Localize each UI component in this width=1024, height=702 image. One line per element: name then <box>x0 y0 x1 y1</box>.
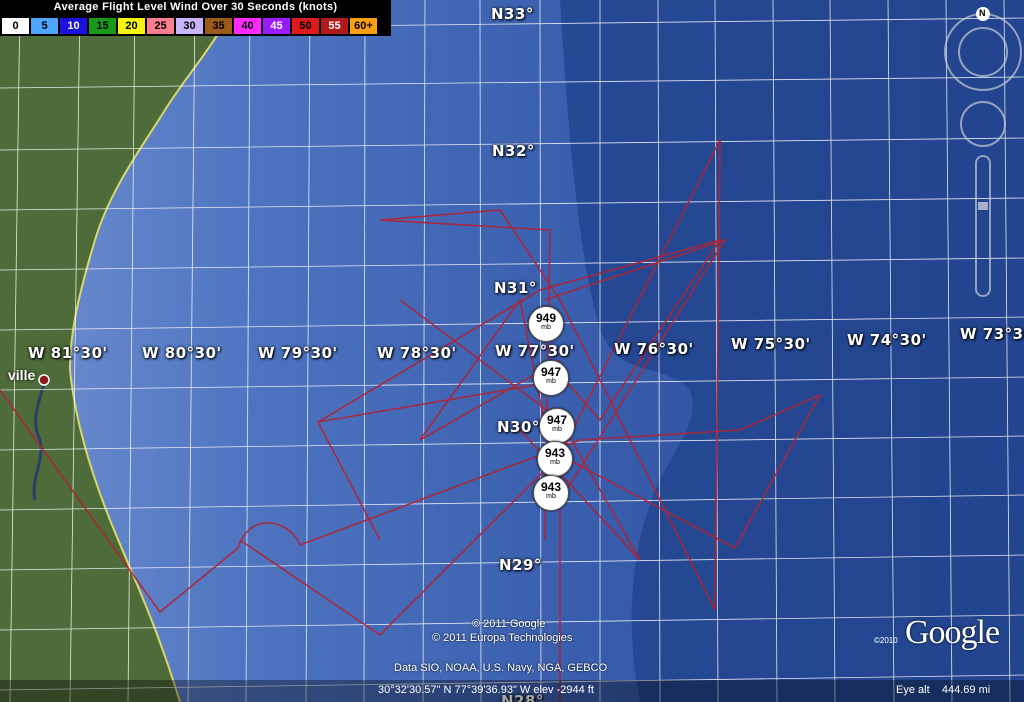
legend-cell: 20 <box>118 18 145 34</box>
lon-label: W 78°30' <box>377 344 457 362</box>
lon-label: W 80°30' <box>142 344 222 362</box>
legend-cell: 5 <box>31 18 58 34</box>
zoom-slider[interactable] <box>975 155 991 297</box>
navigation-controls: N <box>940 6 1024 306</box>
lat-label: N30° <box>497 418 540 436</box>
pressure-unit: mb <box>546 493 556 500</box>
north-icon[interactable]: N <box>979 8 986 18</box>
legend-cell: 45 <box>263 18 290 34</box>
pointer-coordinates: 30°32'30.57" N 77°39'36.93" W elev -2944… <box>378 684 594 696</box>
city-label: ville <box>8 367 36 383</box>
google-logo: Google <box>905 614 1000 651</box>
pressure-value: 943 <box>540 480 562 494</box>
copyright-google: © 2011 Google <box>472 618 546 630</box>
copyright-europa: © 2011 Europa Technologies <box>432 632 573 644</box>
pressure-unit: mb <box>550 459 560 466</box>
legend-scale: 0 5 10 15 20 25 30 35 40 45 50 55 60+ <box>2 18 379 34</box>
lon-label: W 76°30' <box>614 340 694 358</box>
lon-label: W 79°30' <box>258 344 338 362</box>
eye-alt-value: 444.69 mi <box>941 684 991 696</box>
look-joystick[interactable] <box>960 101 1006 147</box>
pressure-marker[interactable]: 947 mb <box>539 408 575 444</box>
legend-cell: 10 <box>60 18 87 34</box>
pressure-value: 943 <box>544 446 566 460</box>
lon-label: W 75°30' <box>731 335 811 353</box>
data-credits: Data SIO, NOAA, U.S. Navy, NGA, GEBCO <box>394 662 608 674</box>
eye-alt-label: Eye alt <box>896 684 930 696</box>
pressure-marker[interactable]: 943 mb <box>537 441 573 477</box>
legend-cell: 35 <box>205 18 232 34</box>
legend-cell: 30 <box>176 18 203 34</box>
legend-cell: 40 <box>234 18 261 34</box>
pressure-unit: mb <box>541 324 551 331</box>
pressure-value: 947 <box>546 413 568 427</box>
legend-title: Average Flight Level Wind Over 30 Second… <box>53 1 338 13</box>
legend-cell: 60+ <box>350 18 377 34</box>
lat-label: N31° <box>494 279 537 297</box>
compass-ring[interactable] <box>944 7 1022 91</box>
map-view[interactable]: N33° N32° N31° N30° N29° N28° W 81°30' W… <box>0 0 1024 702</box>
pressure-marker[interactable]: 943 mb <box>533 475 569 511</box>
legend-cell: 0 <box>2 18 29 34</box>
city-marker <box>38 374 50 386</box>
wind-legend: Average Flight Level Wind Over 30 Second… <box>0 0 391 36</box>
logo-year: ©2010 <box>874 636 898 645</box>
legend-cell: 25 <box>147 18 174 34</box>
legend-cell: 55 <box>321 18 348 34</box>
pressure-unit: mb <box>546 378 556 385</box>
lon-label: W 74°30' <box>847 331 927 349</box>
lon-label: W 77°30' <box>495 342 575 360</box>
pressure-marker[interactable]: 949 mb <box>528 306 564 342</box>
pressure-unit: mb <box>552 426 562 433</box>
lon-label: W 73°30' <box>960 325 1024 343</box>
pressure-value: 947 <box>540 365 562 379</box>
pressure-value: 949 <box>535 311 557 325</box>
lat-label: N33° <box>491 5 534 23</box>
pressure-marker[interactable]: 947 mb <box>533 360 569 396</box>
legend-cell: 50 <box>292 18 319 34</box>
lon-label: W 81°30' <box>28 344 108 362</box>
lat-label: N29° <box>499 556 542 574</box>
lat-label: N32° <box>492 142 535 160</box>
legend-cell: 15 <box>89 18 116 34</box>
eye-altitude: Eye alt 444.69 mi <box>896 684 990 696</box>
